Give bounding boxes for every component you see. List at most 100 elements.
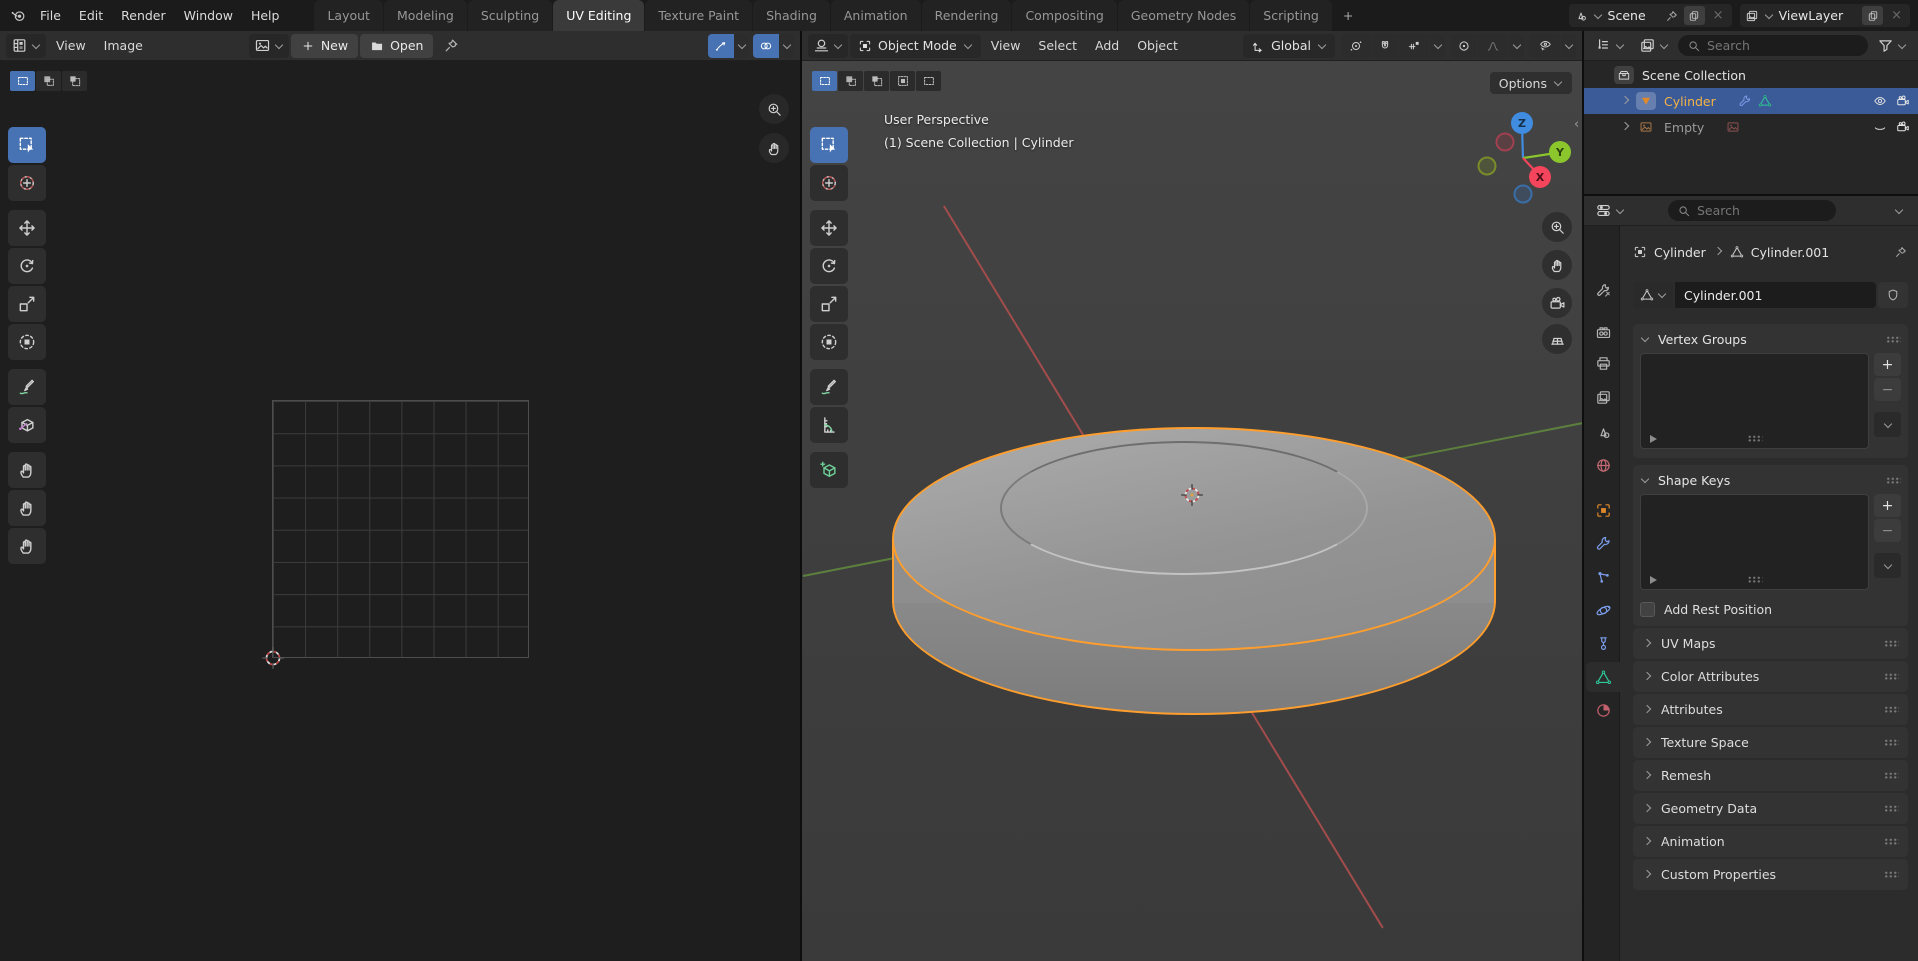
menu-help[interactable]: Help: [242, 0, 289, 31]
tab-sculpting[interactable]: Sculpting: [468, 0, 552, 31]
add-vertex-group-button[interactable]: +: [1874, 353, 1901, 376]
snap-toggle[interactable]: [1372, 34, 1398, 58]
panel-drag-grip[interactable]: [1884, 838, 1899, 845]
menu-render[interactable]: Render: [112, 0, 175, 31]
tab-scene-properties[interactable]: [1586, 417, 1620, 447]
tab-uv-editing[interactable]: UV Editing: [553, 0, 644, 31]
vp-rotate-tool[interactable]: [810, 248, 848, 284]
3d-cursor[interactable]: [1179, 482, 1205, 508]
image-browse-button[interactable]: [249, 34, 289, 58]
options-button[interactable]: Options: [1490, 72, 1572, 94]
data-name-input[interactable]: Cylinder.001: [1675, 282, 1876, 308]
add-workspace-button[interactable]: +: [1333, 0, 1363, 31]
pivot-point-button[interactable]: [1341, 34, 1371, 58]
panel-drag-grip[interactable]: [1886, 477, 1901, 484]
vertex-groups-list[interactable]: [1640, 353, 1869, 449]
show-gizmo-toggle[interactable]: [1530, 34, 1560, 58]
vp-transform-tool[interactable]: [810, 324, 848, 360]
vp-menu-select[interactable]: Select: [1030, 38, 1085, 53]
tab-world-properties[interactable]: [1586, 450, 1620, 480]
viewport-editor-type-button[interactable]: [808, 34, 848, 58]
fake-user-shield-button[interactable]: [1878, 282, 1908, 308]
panel-drag-grip[interactable]: [1884, 772, 1899, 779]
axis-neg-z-ball[interactable]: [1515, 186, 1532, 203]
expand-icon[interactable]: [1621, 96, 1629, 104]
uv-canvas[interactable]: [0, 61, 800, 961]
panel-drag-grip[interactable]: [1884, 673, 1899, 680]
list-resize-grip[interactable]: [1747, 576, 1762, 583]
menu-edit[interactable]: Edit: [70, 0, 112, 31]
uv-show-gizmos-toggle[interactable]: [708, 34, 749, 58]
pin-icon[interactable]: [443, 37, 460, 54]
panel-drag-grip[interactable]: [1884, 871, 1899, 878]
panel-attributes[interactable]: Attributes: [1633, 694, 1908, 725]
pin-icon[interactable]: [1894, 245, 1908, 259]
proportional-falloff-button[interactable]: [1478, 34, 1508, 58]
vp-measure-tool[interactable]: [810, 407, 848, 443]
open-image-button[interactable]: Open: [360, 34, 433, 58]
image-data-icon[interactable]: [1726, 120, 1740, 134]
outliner-row-cylinder[interactable]: Cylinder: [1584, 88, 1918, 114]
panel-geometry-data[interactable]: Geometry Data: [1633, 793, 1908, 824]
navigation-axis-gizmo[interactable]: Z Y X: [1468, 103, 1578, 213]
vp-move-tool[interactable]: [810, 210, 848, 246]
remove-vertex-group-button[interactable]: −: [1874, 378, 1901, 401]
uv-select-mode-extend[interactable]: [36, 71, 61, 91]
breadcrumb-object[interactable]: Cylinder: [1654, 245, 1706, 260]
properties-search-input[interactable]: [1697, 203, 1827, 218]
axis-neg-x-ball[interactable]: [1497, 134, 1514, 151]
snap-options-chevron[interactable]: [1430, 34, 1445, 58]
vp-menu-view[interactable]: View: [983, 38, 1029, 53]
add-rest-position-checkbox[interactable]: [1640, 602, 1655, 617]
falloff-chevron[interactable]: [1509, 34, 1524, 58]
panel-drag-grip[interactable]: [1884, 739, 1899, 746]
add-shape-key-button[interactable]: +: [1874, 494, 1901, 517]
menu-file[interactable]: File: [31, 0, 70, 31]
panel-drag-grip[interactable]: [1886, 336, 1901, 343]
list-filter-expand-icon[interactable]: [1650, 576, 1657, 584]
vp-menu-add[interactable]: Add: [1087, 38, 1127, 53]
vp-select-mode-set[interactable]: [812, 71, 837, 91]
vp-select-box-tool[interactable]: [810, 127, 848, 163]
vp-annotate-tool[interactable]: [810, 369, 848, 405]
panel-drag-grip[interactable]: [1884, 640, 1899, 647]
proportional-editing-toggle[interactable]: [1451, 34, 1477, 58]
tab-physics-properties[interactable]: [1586, 595, 1620, 625]
tab-object-data-properties[interactable]: [1586, 662, 1620, 692]
viewport-canvas[interactable]: User Perspective (1) Scene Collection | …: [802, 61, 1582, 961]
transform-orientation-selector[interactable]: Global: [1243, 34, 1335, 58]
viewlayer-selector[interactable]: ViewLayer ×: [1740, 4, 1910, 27]
outliner-search-input[interactable]: [1707, 38, 1859, 53]
hidden-eye-closed-icon[interactable]: [1873, 120, 1887, 134]
pin-icon[interactable]: [1665, 9, 1679, 23]
vp-select-mode-intersect[interactable]: [916, 71, 941, 91]
scene-selector[interactable]: Scene ×: [1569, 4, 1732, 27]
axis-neg-y-ball[interactable]: [1479, 158, 1496, 175]
list-resize-grip[interactable]: [1747, 435, 1762, 442]
panel-remesh[interactable]: Remesh: [1633, 760, 1908, 791]
vp-scale-tool[interactable]: [810, 286, 848, 322]
new-viewlayer-button[interactable]: [1862, 6, 1883, 25]
render-camera-icon[interactable]: [1896, 120, 1910, 134]
tab-particle-properties[interactable]: [1586, 562, 1620, 592]
tab-layout[interactable]: Layout: [314, 0, 383, 31]
hide-eye-icon[interactable]: [1873, 94, 1887, 108]
uv-pan-button[interactable]: [759, 133, 789, 163]
uv-rotate-tool[interactable]: [8, 248, 46, 284]
uv-cursor-tool[interactable]: [8, 165, 46, 201]
outliner-search[interactable]: [1678, 35, 1868, 56]
tab-shading[interactable]: Shading: [753, 0, 830, 31]
vp-menu-object[interactable]: Object: [1129, 38, 1186, 53]
outliner-display-mode-button[interactable]: [1634, 34, 1674, 58]
outliner-row-empty[interactable]: Empty: [1584, 114, 1918, 140]
tab-geometry-nodes[interactable]: Geometry Nodes: [1118, 0, 1249, 31]
viewport-camera-view-button[interactable]: [1542, 288, 1572, 318]
uv-pinch-tool[interactable]: [8, 528, 46, 564]
panel-animation[interactable]: Animation: [1633, 826, 1908, 857]
gizmo-chevron[interactable]: [1561, 34, 1576, 58]
tab-modifier-properties[interactable]: [1586, 528, 1620, 558]
data-type-button[interactable]: [1633, 282, 1673, 308]
uv-grab-tool[interactable]: [8, 452, 46, 488]
tab-tool-properties[interactable]: [1586, 275, 1620, 305]
uv-zoom-button[interactable]: [759, 94, 789, 124]
